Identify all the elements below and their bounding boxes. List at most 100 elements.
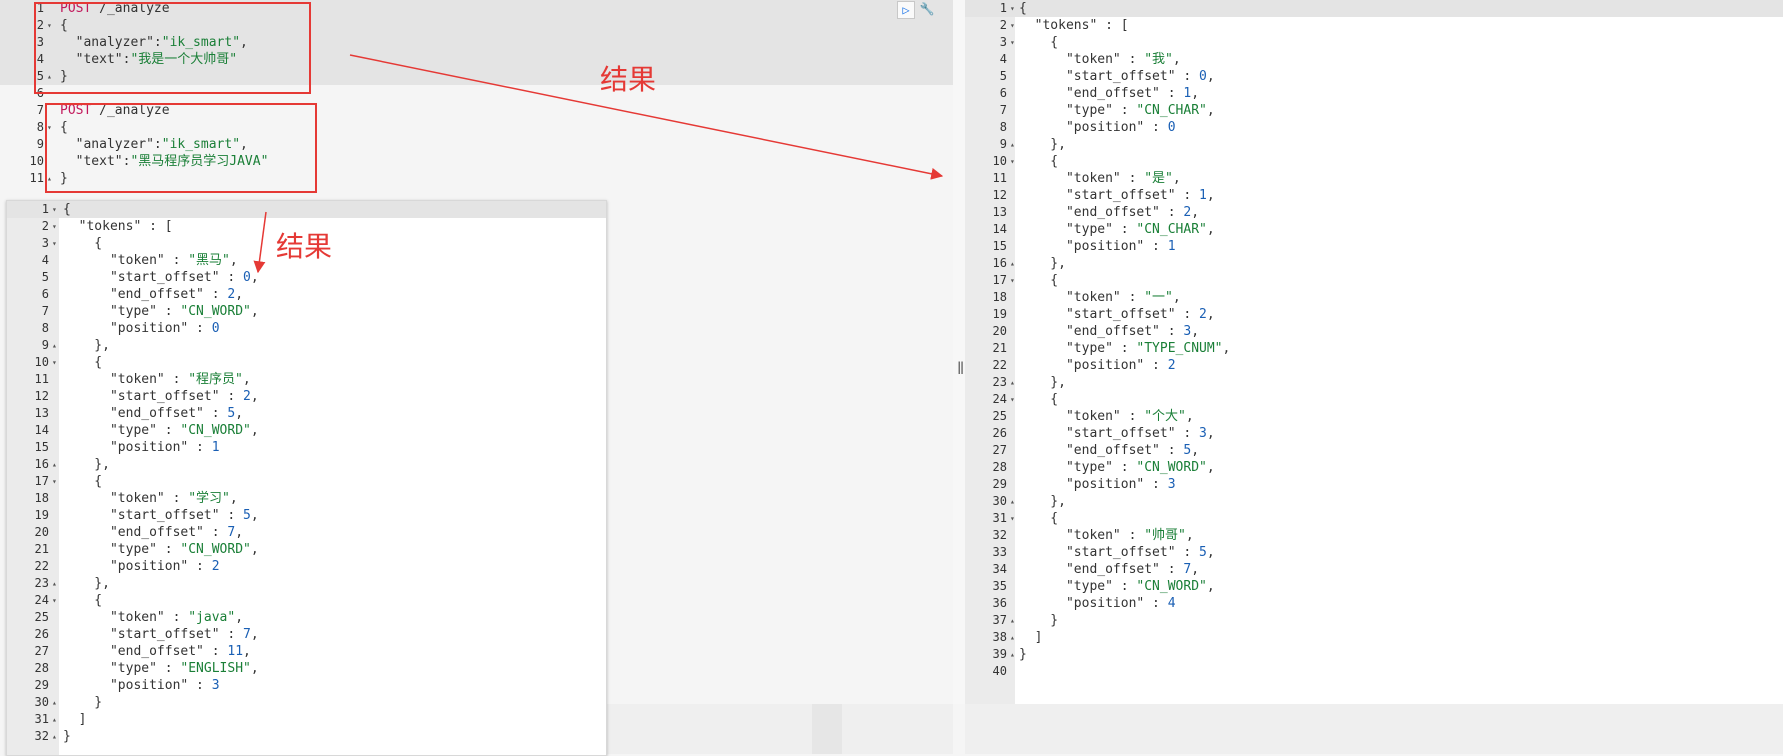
code-line: 33 "start_offset" : 5, <box>965 544 1783 561</box>
code-text: "end_offset" : 1, <box>1019 86 1200 101</box>
request-settings-button[interactable]: 🔧 <box>919 1 935 17</box>
code-line: 25 "token" : "个大", <box>965 408 1783 425</box>
fold-close-icon[interactable]: ▴ <box>52 337 57 354</box>
code-text: { <box>1019 392 1059 407</box>
fold-open-icon[interactable]: ▾ <box>52 218 57 235</box>
fold-close-icon[interactable]: ▴ <box>52 575 57 592</box>
fold-open-icon[interactable]: ▾ <box>1010 0 1015 17</box>
code-text: { <box>63 474 103 489</box>
resize-handle[interactable]: ‖ <box>957 360 964 374</box>
fold-open-icon[interactable]: ▾ <box>1010 34 1015 51</box>
code-line: 6 "end_offset" : 2, <box>7 286 606 303</box>
code-line: 15 "position" : 1 <box>7 439 606 456</box>
code-line: 12 "start_offset" : 2, <box>7 388 606 405</box>
fold-open-icon[interactable]: ▾ <box>52 592 57 609</box>
code-line: 14 "type" : "CN_CHAR", <box>965 221 1783 238</box>
fold-open-icon[interactable]: ▾ <box>1010 17 1015 34</box>
line-number: 21 <box>992 341 1007 355</box>
fold-close-icon[interactable]: ▴ <box>52 728 57 745</box>
code-text: "start_offset" : 5, <box>1019 545 1215 560</box>
code-text: "type" : "CN_WORD", <box>1019 579 1215 594</box>
code-line: 17 ▾ { <box>7 473 606 490</box>
code-text: "end_offset" : 11, <box>63 644 251 659</box>
code-text: "type" : "ENGLISH", <box>63 661 259 676</box>
code-text: "type" : "TYPE_CNUM", <box>1019 341 1231 356</box>
annotation-box-request-2 <box>45 103 317 193</box>
code-text: }, <box>1019 256 1066 271</box>
fold-close-icon[interactable]: ▴ <box>52 456 57 473</box>
line-number: 29 <box>34 678 49 692</box>
line-number: 12 <box>34 389 49 403</box>
fold-close-icon[interactable]: ▴ <box>52 711 57 728</box>
code-text: "token" : "学习", <box>63 491 238 506</box>
fold-close-icon[interactable]: ▴ <box>1010 255 1015 272</box>
fold-close-icon[interactable]: ▴ <box>1010 612 1015 629</box>
fold-close-icon[interactable]: ▴ <box>1010 629 1015 646</box>
code-text: "type" : "CN_WORD", <box>63 542 259 557</box>
code-text: "end_offset" : 5, <box>1019 443 1200 458</box>
line-number: 24 <box>992 392 1007 406</box>
line-number: 18 <box>992 290 1007 304</box>
line-number: 20 <box>992 324 1007 338</box>
code-text: "position" : 0 <box>1019 120 1176 135</box>
fold-open-icon[interactable]: ▾ <box>1010 391 1015 408</box>
line-number: 2 <box>41 219 49 233</box>
fold-close-icon[interactable]: ▴ <box>52 694 57 711</box>
code-text: "tokens" : [ <box>1019 18 1129 33</box>
code-line: 18 "token" : "一", <box>965 289 1783 306</box>
code-line: 8 "position" : 0 <box>965 119 1783 136</box>
code-text: "start_offset" : 2, <box>63 389 259 404</box>
line-number: 6 <box>41 287 49 301</box>
line-number: 14 <box>34 423 49 437</box>
fold-open-icon[interactable]: ▾ <box>1010 272 1015 289</box>
line-number: 5 <box>41 270 49 284</box>
code-text: ] <box>1019 630 1043 645</box>
fold-open-icon[interactable]: ▾ <box>52 201 57 218</box>
code-text: "type" : "CN_WORD", <box>1019 460 1215 475</box>
code-text: "end_offset" : 7, <box>1019 562 1200 577</box>
line-number: 35 <box>992 579 1007 593</box>
fold-close-icon[interactable]: ▴ <box>1010 646 1015 663</box>
second-response-lines: 1 ▾{2 ▾ "tokens" : [3 ▾ {4 "token" : "黑马", 5… <box>7 201 606 745</box>
code-text: { <box>63 236 103 251</box>
code-line: 1 ▾ { <box>965 0 1783 17</box>
fold-open-icon[interactable]: ▾ <box>52 235 57 252</box>
wrench-icon: 🔧 <box>919 2 935 16</box>
response-viewer[interactable]: 1 ▾{2 ▾ "tokens" : [3 ▾ {4 "token" : "我", 5 … <box>965 0 1783 704</box>
fold-open-icon[interactable]: ▾ <box>1010 510 1015 527</box>
line-number: 10 <box>992 154 1007 168</box>
code-line: 39 ▴} <box>965 646 1783 663</box>
second-response-window[interactable]: 1 ▾{2 ▾ "tokens" : [3 ▾ {4 "token" : "黑马", 5… <box>6 200 607 756</box>
line-number: 31 <box>34 712 49 726</box>
line-number: 1 <box>41 202 49 216</box>
code-text: "position" : 1 <box>1019 239 1176 254</box>
line-number: 37 <box>992 613 1007 627</box>
run-request-button[interactable]: ▷ <box>897 1 915 19</box>
line-number: 16 <box>992 256 1007 270</box>
code-line: 25 "token" : "java", <box>7 609 606 626</box>
fold-close-icon[interactable]: ▴ <box>1010 374 1015 391</box>
line-number: 27 <box>34 644 49 658</box>
line-number: 14 <box>992 222 1007 236</box>
pane-divider[interactable] <box>953 0 965 704</box>
fold-open-icon[interactable]: ▾ <box>52 473 57 490</box>
line-number: 22 <box>992 358 1007 372</box>
fold-close-icon[interactable]: ▴ <box>1010 493 1015 510</box>
code-text: }, <box>63 576 110 591</box>
annotation-box-request-1 <box>34 2 311 94</box>
fold-open-icon[interactable]: ▾ <box>1010 153 1015 170</box>
code-line: 17 ▾ { <box>965 272 1783 289</box>
line-number: 25 <box>34 610 49 624</box>
code-line: 26 "start_offset" : 7, <box>7 626 606 643</box>
code-line: 22 "position" : 2 <box>7 558 606 575</box>
code-line: 9 ▴ }, <box>965 136 1783 153</box>
line-number: 9 <box>36 137 44 151</box>
code-text: } <box>63 729 71 744</box>
line-number: 10 <box>34 355 49 369</box>
line-number: 20 <box>34 525 49 539</box>
fold-open-icon[interactable]: ▾ <box>52 354 57 371</box>
result-label-small: 结果 <box>276 230 333 263</box>
code-line: 24 ▾ { <box>965 391 1783 408</box>
fold-close-icon[interactable]: ▴ <box>1010 136 1015 153</box>
code-text: }, <box>63 338 110 353</box>
